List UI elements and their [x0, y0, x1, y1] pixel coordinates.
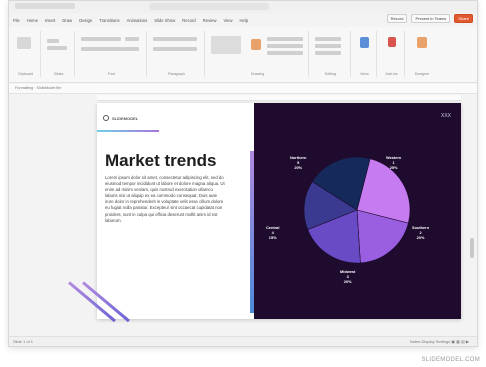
pie-label-midwest: Midwest 3 20%: [340, 269, 356, 284]
slide-title[interactable]: Market trends: [105, 151, 216, 171]
title-bar: [9, 1, 477, 13]
ribbon-group-label: Designer: [414, 72, 430, 76]
ribbon-group-designer[interactable]: Designer: [407, 31, 437, 77]
logo-text: SLIDEMODEL: [112, 115, 139, 121]
menu-home[interactable]: Home: [27, 18, 38, 23]
addins-icon[interactable]: [388, 37, 396, 47]
pie-chart[interactable]: [254, 103, 461, 319]
ribbon-group-label: Clipboard: [17, 72, 34, 76]
menu-record[interactable]: Record: [182, 18, 196, 23]
window-actions: Record Present in Teams Share: [386, 14, 473, 23]
format-bar-text: Formatting · SlideModel file: [15, 86, 62, 90]
watermark-credit: SLIDEMODEL.COM: [421, 357, 480, 363]
record-button[interactable]: Record: [386, 14, 408, 23]
ribbon-group-drawing[interactable]: Drawing: [207, 31, 309, 77]
pie-label-northern: Northern 5 20%: [290, 155, 307, 170]
status-bar: Slide 1 of 1 Notes Display Settings ▣ ▦ …: [9, 336, 477, 346]
ribbon-group-addins[interactable]: Add-ins: [379, 31, 405, 77]
pie-label-western: Western 1 25%: [386, 155, 402, 170]
ribbon-group-clipboard[interactable]: Clipboard: [11, 31, 41, 77]
ribbon-group-label: Slides: [53, 72, 64, 76]
menu-design[interactable]: Design: [79, 18, 92, 23]
accent-line: [97, 130, 159, 132]
format-bar: Formatting · SlideModel file: [9, 84, 477, 94]
designer-icon[interactable]: [417, 37, 427, 48]
vertical-scrollbar[interactable]: [469, 103, 475, 319]
horizontal-ruler: [97, 95, 461, 101]
menu-transitions[interactable]: Transitions: [99, 18, 119, 23]
ribbon-group-paragraph[interactable]: Paragraph: [149, 31, 205, 77]
pie-label-southern: Southern 2 20%: [412, 225, 430, 240]
ribbon-group-label: Font: [107, 72, 116, 76]
slide-canvas[interactable]: SLIDEMODEL Market trends Lorem ipsum dol…: [68, 103, 461, 323]
scrollbar-thumb[interactable]: [470, 238, 474, 258]
ribbon-group-font[interactable]: Font: [77, 31, 147, 77]
menu-review[interactable]: Review: [203, 18, 217, 23]
chart-panel[interactable]: XXX Northern 5 20% Western 1 25% Southern 2 20…: [254, 103, 461, 319]
ribbon-group-label: Add-ins: [385, 72, 398, 76]
ribbon-group-voice[interactable]: Voice: [353, 31, 377, 77]
ribbon: Clipboard Slides Font Paragraph Drawing: [9, 27, 477, 83]
logo-icon: [103, 115, 109, 121]
menu-draw[interactable]: Draw: [62, 18, 72, 23]
menu-help[interactable]: Help: [239, 18, 248, 23]
window-title: [15, 3, 75, 9]
menu-slide-show[interactable]: Slide Show: [154, 18, 175, 23]
menu-animations[interactable]: Animations: [127, 18, 148, 23]
dictate-icon[interactable]: [360, 37, 369, 48]
ribbon-group-label: Editing: [325, 72, 336, 76]
arrange-icon[interactable]: [251, 39, 261, 50]
menu-view[interactable]: View: [223, 18, 232, 23]
ribbon-group-label: Paragraph: [168, 72, 185, 76]
pie-label-central: Central 4 15%: [266, 225, 280, 240]
ribbon-group-label: Drawing: [250, 72, 265, 76]
menu-file[interactable]: File: [13, 18, 20, 23]
status-slide-count: Slide 1 of 1: [13, 339, 34, 344]
slide-logo: SLIDEMODEL: [103, 115, 138, 121]
present-teams-button[interactable]: Present in Teams: [411, 14, 451, 23]
search-box[interactable]: [149, 3, 269, 10]
slide-body-text[interactable]: Lorem ipsum dolor sit amet, consectetur …: [105, 175, 225, 224]
powerpoint-window: File Home Insert Draw Design Transitions…: [8, 0, 478, 347]
ribbon-group-editing[interactable]: Editing: [311, 31, 351, 77]
menu-insert[interactable]: Insert: [45, 18, 55, 23]
status-view-controls[interactable]: Notes Display Settings ▣ ▦ ▤ ▶: [410, 339, 469, 344]
share-button[interactable]: Share: [454, 14, 473, 23]
ribbon-group-label: Voice: [360, 72, 369, 76]
ribbon-group-slides[interactable]: Slides: [43, 31, 75, 77]
